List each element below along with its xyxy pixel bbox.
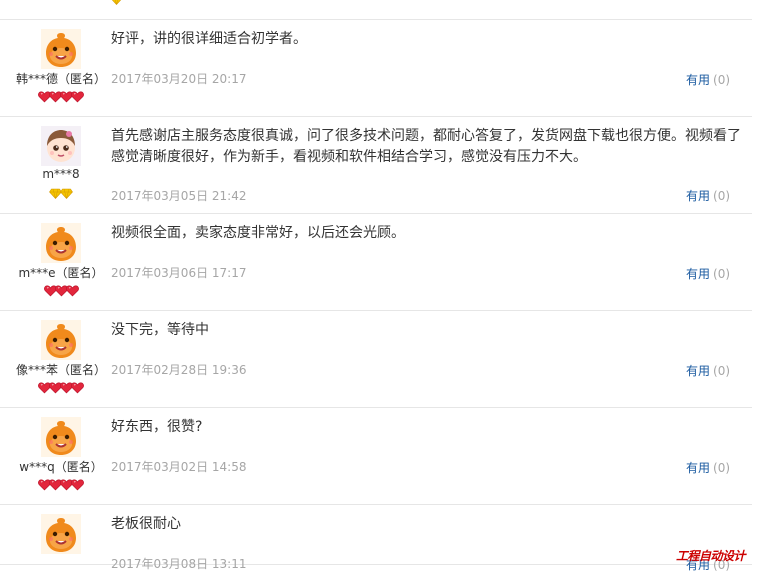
helpful-label[interactable]: 有用 <box>686 73 710 87</box>
review-item: w***q（匿名） 好东西，很赞? 2017年03月02日 14:58 有用 (0… <box>0 407 752 505</box>
helpful-button[interactable]: 有用 (0) <box>686 459 730 476</box>
review-item: 像***苯（匿名） 没下完，等待中 2017年02月28日 19:36 有用 (0… <box>0 310 752 408</box>
reviewer-name: w***q（匿名） <box>19 460 103 474</box>
helpful-label[interactable]: 有用 <box>686 189 710 203</box>
review-date: 2017年03月20日 20:17 <box>111 72 247 86</box>
review-item: 韩***德（匿名） 好评，讲的很详细适合初学者。 2017年03月20日 20:… <box>0 19 752 117</box>
rating-badges <box>55 0 177 5</box>
avatar[interactable] <box>41 514 81 554</box>
diamond-badge-icon <box>60 184 73 203</box>
helpful-count: (0) <box>713 364 731 378</box>
helpful-button[interactable]: 有用 (0) <box>686 71 730 88</box>
review-content: 老板很耐心 <box>111 516 181 532</box>
helpful-count: (0) <box>713 189 731 203</box>
avatar[interactable] <box>41 29 81 69</box>
reviewer-info: m***8 <box>0 116 122 213</box>
rating-badges <box>0 382 122 394</box>
review-date: 2017年02月28日 19:36 <box>111 363 247 377</box>
heart-badge-icon <box>65 282 79 301</box>
diamond-badge-icon <box>111 0 122 9</box>
review-date: 2017年03月05日 21:42 <box>111 189 247 203</box>
reviewer-info: m***e（匿名） <box>0 213 122 310</box>
reviewer-info: w***q（匿名） <box>0 407 122 504</box>
review-date: 2017年03月02日 14:58 <box>111 460 247 474</box>
rating-badges <box>0 285 122 297</box>
avatar[interactable] <box>41 320 81 360</box>
review-item: m***e（匿名） 视频很全面，卖家态度非常好，以后还会光顾。 2017年03月… <box>0 213 752 311</box>
review-item: m***8 首先感谢店主服务态度很真诚，问了很多技术问题，都耐心答复了，发货网盘… <box>0 116 752 214</box>
avatar[interactable] <box>41 126 81 166</box>
helpful-label[interactable]: 有用 <box>686 267 710 281</box>
heart-badge-icon <box>71 379 84 398</box>
reviewer-name: m***e（匿名） <box>18 266 104 280</box>
review-content: 视频很全面，卖家态度非常好，以后还会光顾。 <box>111 225 405 241</box>
rating-badges <box>0 479 122 491</box>
review-content: 好东西，很赞? <box>111 419 203 435</box>
previous-review-partial <box>0 0 752 20</box>
avatar[interactable] <box>41 223 81 263</box>
reviewer-info: 韩***德（匿名） <box>0 19 122 116</box>
rating-badges <box>0 91 122 103</box>
helpful-count: (0) <box>713 73 731 87</box>
review-content: 好评，讲的很详细适合初学者。 <box>111 31 307 47</box>
helpful-button[interactable]: 有用 (0) <box>686 187 730 204</box>
helpful-label[interactable]: 有用 <box>686 364 710 378</box>
heart-badge-icon <box>71 476 84 495</box>
review-content: 没下完，等待中 <box>111 322 209 338</box>
reviewer-name: m***8 <box>42 167 80 181</box>
avatar[interactable] <box>41 417 81 457</box>
review-date: 2017年03月08日 13:11 <box>111 557 247 571</box>
watermark: 工程自动设计 <box>676 549 746 563</box>
reviewer-name: 像***苯（匿名） <box>15 363 106 377</box>
reviewer-name: 韩***德（匿名） <box>15 72 106 86</box>
rating-badges <box>0 188 122 199</box>
helpful-count: (0) <box>713 267 731 281</box>
reviewer-info <box>0 504 122 564</box>
review-date: 2017年03月06日 17:17 <box>111 266 247 280</box>
reviewer-info: 像***苯（匿名） <box>0 310 122 407</box>
heart-badge-icon <box>71 88 84 107</box>
helpful-button[interactable]: 有用 (0) <box>686 265 730 282</box>
review-item: 老板很耐心 2017年03月08日 13:11 有用 (0) <box>0 504 752 572</box>
helpful-count: (0) <box>713 461 731 475</box>
helpful-label[interactable]: 有用 <box>686 461 710 475</box>
helpful-button[interactable]: 有用 (0) <box>686 362 730 379</box>
review-content: 首先感谢店主服务态度很真诚，问了很多技术问题，都耐心答复了，发货网盘下载也很方便… <box>111 128 741 165</box>
